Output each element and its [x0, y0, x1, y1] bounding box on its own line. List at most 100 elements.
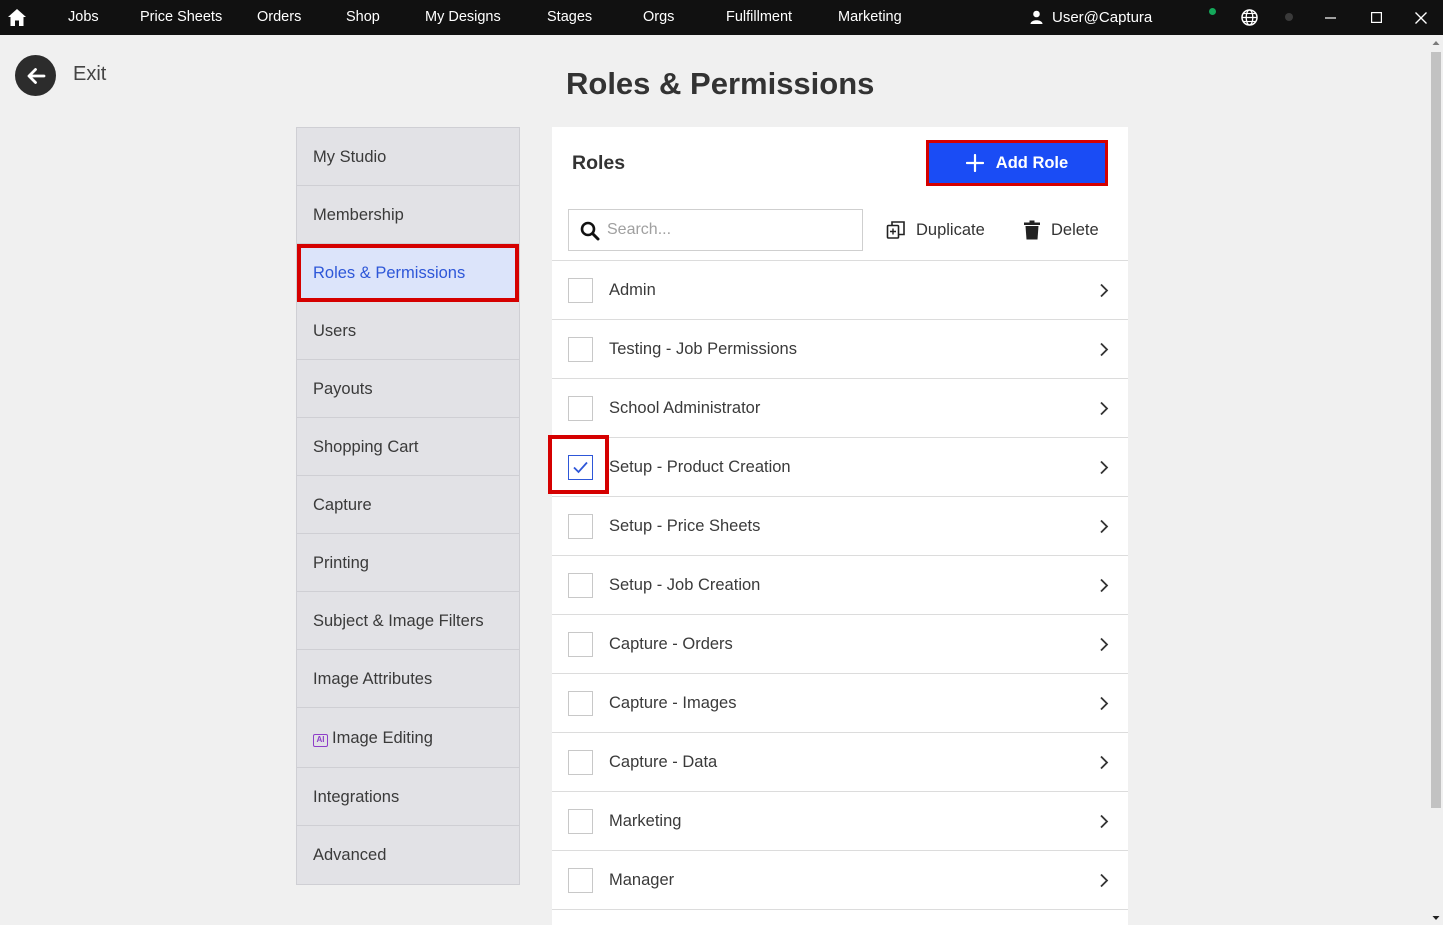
role-checkbox[interactable] [568, 691, 593, 716]
role-label: Setup - Job Creation [609, 576, 761, 594]
close-icon [1415, 11, 1427, 24]
chevron-right-icon [1100, 401, 1109, 416]
sidebar-item-subject-image-filters[interactable]: Subject & Image Filters [297, 592, 519, 650]
chevron-right-icon [1100, 342, 1109, 357]
role-checkbox[interactable] [568, 514, 593, 539]
home-icon[interactable] [7, 8, 27, 27]
delete-label: Delete [1051, 220, 1099, 239]
sidebar-item-capture[interactable]: Capture [297, 476, 519, 534]
role-row[interactable]: Setup - Job Creation [552, 556, 1128, 615]
duplicate-label: Duplicate [916, 220, 985, 239]
role-row[interactable]: Manager [552, 851, 1128, 910]
top-nav-bar: Jobs Price Sheets Orders Shop My Designs… [0, 0, 1443, 35]
nav-price-sheets[interactable]: Price Sheets [140, 0, 222, 35]
sidebar-item-roles-permissions[interactable]: Roles & Permissions [297, 244, 519, 302]
role-label: Manager [609, 871, 675, 889]
minimize-icon [1324, 16, 1336, 19]
sidebar-item-shopping-cart[interactable]: Shopping Cart [297, 418, 519, 476]
checkmark-icon [573, 461, 588, 474]
chevron-right-icon [1100, 637, 1109, 652]
sidebar-item-users[interactable]: Users [297, 302, 519, 360]
sidebar-item-integrations[interactable]: Integrations [297, 768, 519, 826]
sidebar-item-printing[interactable]: Printing [297, 534, 519, 592]
maximize-icon [1370, 12, 1382, 23]
sidebar-item-membership[interactable]: Membership [297, 186, 519, 244]
close-button[interactable] [1398, 0, 1443, 35]
sidebar-item-my-studio[interactable]: My Studio [297, 128, 519, 186]
role-label: Testing - Job Permissions [609, 340, 797, 358]
role-label: Marketing [609, 812, 682, 830]
chevron-right-icon [1100, 578, 1109, 593]
role-checkbox[interactable] [568, 337, 593, 362]
trash-icon [1024, 220, 1040, 240]
nav-stages[interactable]: Stages [547, 0, 592, 35]
online-status-icon [1209, 8, 1216, 15]
sidebar-item-image-editing[interactable]: AI Image Editing [297, 708, 519, 768]
role-row[interactable]: Capture - Data [552, 733, 1128, 792]
role-label: Setup - Price Sheets [609, 517, 761, 535]
role-row[interactable]: Admin [552, 261, 1128, 320]
chevron-right-icon [1100, 873, 1109, 888]
role-row[interactable]: Capture - Orders [552, 615, 1128, 674]
sidebar-item-payouts[interactable]: Payouts [297, 360, 519, 418]
add-role-button[interactable]: Add Role [926, 140, 1108, 186]
role-label: Setup - Product Creation [609, 458, 791, 476]
minimize-button[interactable] [1307, 0, 1353, 35]
chevron-right-icon [1100, 460, 1109, 475]
sidebar-item-label: Image Editing [332, 729, 433, 747]
role-checkbox[interactable] [568, 455, 593, 480]
page-title: Roles & Permissions [566, 66, 875, 101]
role-checkbox[interactable] [568, 396, 593, 421]
roles-panel: Roles Add Role Duplicate Delete Admin Tes… [548, 127, 1128, 925]
duplicate-button[interactable]: Duplicate [886, 219, 985, 241]
globe-icon[interactable] [1241, 9, 1258, 26]
nav-shop[interactable]: Shop [346, 0, 380, 35]
nav-marketing[interactable]: Marketing [838, 0, 902, 35]
sidebar-item-image-attributes[interactable]: Image Attributes [297, 650, 519, 708]
nav-orders[interactable]: Orders [257, 0, 301, 35]
sidebar-item-advanced[interactable]: Advanced [297, 826, 519, 884]
nav-my-designs[interactable]: My Designs [425, 0, 501, 35]
roles-title: Roles [572, 152, 626, 174]
chevron-right-icon [1100, 696, 1109, 711]
duplicate-icon [886, 221, 905, 239]
nav-fulfillment[interactable]: Fulfillment [726, 0, 792, 35]
role-label: Capture - Images [609, 694, 737, 712]
settings-sidebar: My Studio Membership Roles & Permissions… [296, 127, 520, 885]
maximize-button[interactable] [1353, 0, 1399, 35]
role-checkbox[interactable] [568, 573, 593, 598]
exit-label[interactable]: Exit [73, 63, 106, 86]
nav-orgs[interactable]: Orgs [643, 0, 674, 35]
chevron-right-icon [1100, 755, 1109, 770]
arrow-left-icon [27, 67, 45, 84]
search-icon [580, 221, 600, 241]
nav-jobs[interactable]: Jobs [68, 0, 99, 35]
user-name: User@Captura [1052, 9, 1153, 26]
plus-icon [965, 154, 984, 172]
exit-button[interactable] [15, 55, 56, 96]
ai-badge-icon: AI [313, 734, 328, 747]
role-row[interactable]: Testing - Job Permissions [552, 320, 1128, 379]
role-checkbox[interactable] [568, 868, 593, 893]
chevron-right-icon [1100, 814, 1109, 829]
role-row[interactable]: Setup - Product Creation [548, 435, 1128, 497]
role-row[interactable]: Capture - Images [552, 674, 1128, 733]
user-icon [1030, 10, 1043, 24]
scrollbar-thumb[interactable] [1431, 52, 1441, 808]
role-label: School Administrator [609, 399, 761, 417]
role-row[interactable]: School Administrator [552, 379, 1128, 438]
delete-button[interactable]: Delete [1023, 219, 1099, 241]
search-box [568, 209, 863, 251]
role-checkbox[interactable] [568, 809, 593, 834]
chevron-right-icon [1100, 519, 1109, 534]
role-checkbox[interactable] [568, 278, 593, 303]
search-input[interactable] [607, 218, 852, 242]
role-row[interactable]: Setup - Price Sheets [552, 497, 1128, 556]
role-checkbox[interactable] [568, 750, 593, 775]
role-label: Capture - Data [609, 753, 718, 771]
scroll-down-icon[interactable] [1431, 913, 1441, 923]
scroll-up-icon[interactable] [1431, 38, 1441, 48]
add-role-label: Add Role [995, 153, 1069, 172]
role-checkbox[interactable] [568, 632, 593, 657]
role-row[interactable]: Marketing [552, 792, 1128, 851]
